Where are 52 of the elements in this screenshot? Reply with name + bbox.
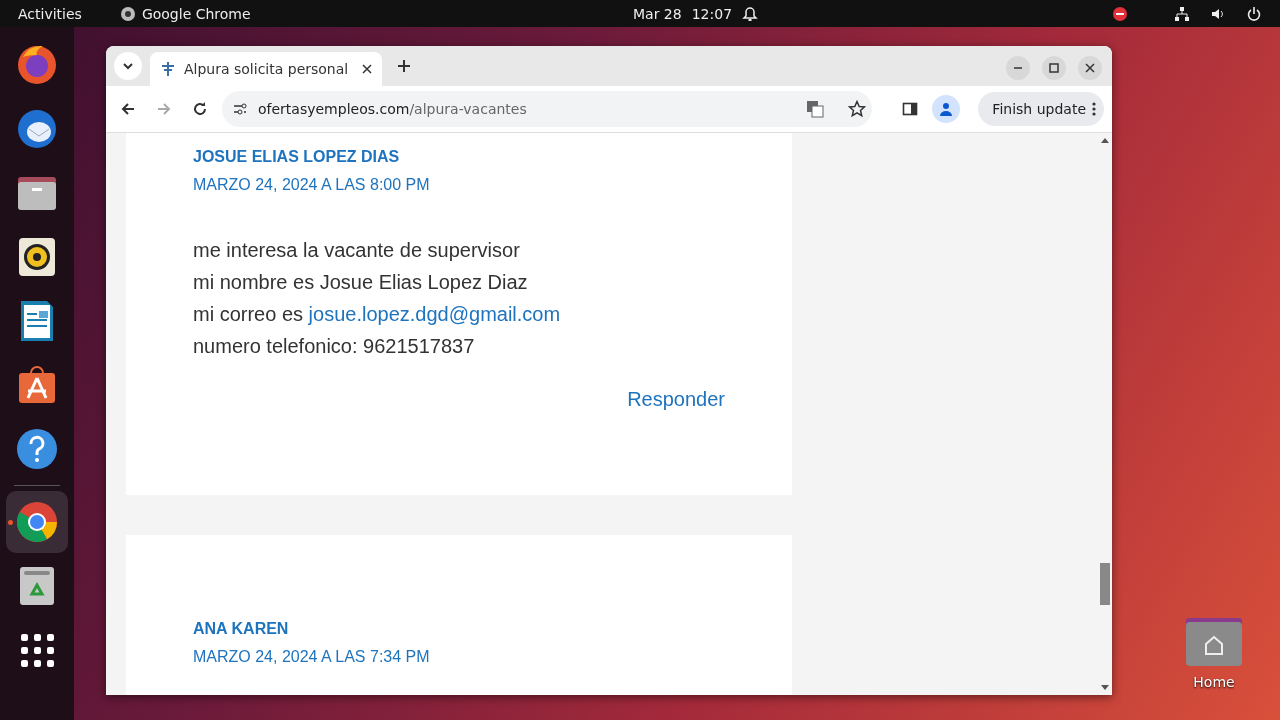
do-not-disturb-icon xyxy=(1112,5,1128,22)
maximize-icon xyxy=(1049,63,1059,73)
comment-date[interactable]: MARZO 24, 2024 A LAS 7:34 PM xyxy=(193,647,725,667)
comment-author: JOSUE ELIAS LOPEZ DIAS xyxy=(193,147,401,167)
activities-button[interactable]: Activities xyxy=(18,5,82,22)
scroll-up-icon xyxy=(1101,137,1109,143)
reload-icon xyxy=(192,101,208,117)
email-link[interactable]: josue.lopez.dgd@gmail.com xyxy=(308,303,561,325)
star-icon[interactable] xyxy=(848,100,866,118)
chrome-icon xyxy=(119,5,136,22)
comment-date[interactable]: MARZO 24, 2024 A LAS 8:00 PM xyxy=(193,175,725,195)
chevron-down-icon xyxy=(122,60,134,72)
help-icon[interactable] xyxy=(15,427,59,471)
minimize-button[interactable] xyxy=(1006,56,1030,80)
profile-button[interactable] xyxy=(932,95,960,123)
network-icon xyxy=(1174,5,1190,22)
person-icon xyxy=(938,101,954,117)
reply-link[interactable]: Responder xyxy=(627,383,725,415)
site-settings-icon xyxy=(232,101,248,117)
close-button[interactable] xyxy=(1078,56,1102,80)
icon-label: Home xyxy=(1193,674,1235,690)
firefox-icon[interactable] xyxy=(15,43,59,87)
scrollbar-thumb[interactable] xyxy=(1100,563,1110,605)
address-bar[interactable]: ofertasyempleos.com/alpura-vacantes xyxy=(222,91,872,127)
comment-author: ANA KAREN xyxy=(193,619,290,639)
update-button[interactable]: Finish update xyxy=(978,92,1104,126)
running-indicator xyxy=(8,520,13,525)
tab-search-button[interactable] xyxy=(114,52,142,80)
power-icon xyxy=(1246,5,1262,22)
comment-line: me interesa la vacante de supervisor xyxy=(193,238,521,263)
scroll-down-icon xyxy=(1101,685,1109,691)
clock[interactable]: 12:07 xyxy=(691,5,733,22)
home-folder-icon[interactable] xyxy=(1186,616,1242,666)
plus-icon xyxy=(397,59,411,73)
favicon-icon xyxy=(160,61,176,77)
back-arrow-icon xyxy=(120,101,136,117)
side-panel-icon xyxy=(902,101,918,117)
maximize-button[interactable] xyxy=(1042,56,1066,80)
close-icon xyxy=(1085,63,1095,73)
date[interactable]: Mar 28 xyxy=(633,5,682,22)
minimize-icon xyxy=(1013,67,1023,69)
bell-icon xyxy=(742,5,759,22)
browser-tab[interactable]: Alpura solicita personal xyxy=(150,52,382,86)
thunderbird-icon[interactable] xyxy=(15,107,59,151)
forward-arrow-icon xyxy=(156,101,172,117)
more-icon xyxy=(1092,101,1096,117)
comment-line: mi correo es josue.lopez.dgd@gmail.com xyxy=(193,302,562,327)
comment-line: numero telefonico: 9621517837 xyxy=(193,334,476,359)
chrome-icon[interactable] xyxy=(15,500,59,544)
comment-line: mi nombre es Josue Elias Lopez Diaz xyxy=(193,270,529,295)
close-icon[interactable] xyxy=(362,64,372,74)
app-menu[interactable]: Google Chrome xyxy=(141,5,251,22)
